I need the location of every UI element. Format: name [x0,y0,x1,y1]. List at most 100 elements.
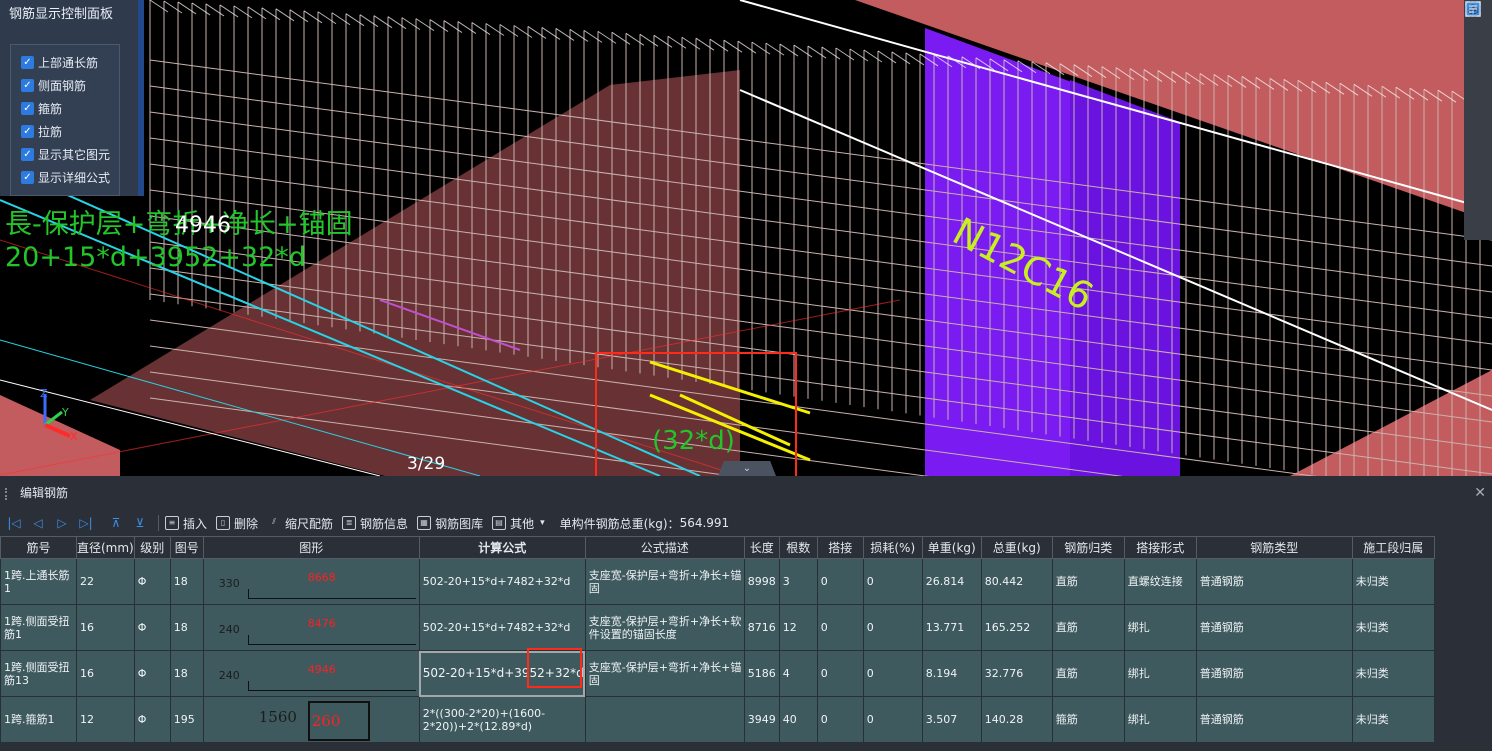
rebar-library-button[interactable]: ▦ 钢筋图库 [417,515,483,532]
cell-loss[interactable]: 0 [862,558,923,605]
option-stirrup[interactable]: ✓ 箍筋 [11,97,119,120]
cell-lap[interactable]: 0 [816,558,864,605]
drag-grip-icon[interactable] [5,488,9,500]
option-side-rebar[interactable]: ✓ 侧面钢筋 [11,74,119,97]
rebar-info-button[interactable]: ≣ 钢筋信息 [342,515,408,532]
checkbox-checked-icon[interactable]: ✓ [21,79,34,92]
3d-box-icon[interactable] [1466,2,1489,87]
checkbox-checked-icon[interactable]: ✓ [21,56,34,69]
other-dropdown[interactable]: ▤ 其他 ▾ [492,515,545,532]
last-record-icon[interactable]: ▷| [74,512,98,534]
option-top-long-rebar[interactable]: ✓ 上部通长筋 [11,51,119,74]
col-header[interactable]: 损耗(%) [862,536,923,559]
cell-loss[interactable]: 0 [862,650,923,697]
col-header[interactable]: 施工段归属 [1351,536,1435,559]
cell-length[interactable]: 8716 [743,604,780,651]
cell-diameter[interactable]: 16 [76,650,135,697]
cell-type[interactable]: 普通钢筋 [1195,604,1353,651]
col-header[interactable]: 长度 [743,536,780,559]
cell-name[interactable]: 1跨.上通长筋1 [0,558,77,605]
col-header[interactable]: 根数 [778,536,818,559]
cell-grade[interactable]: Φ [133,604,171,651]
cell-name[interactable]: 1跨.箍筋1 [0,696,77,743]
cell-unit-weight[interactable]: 13.771 [921,604,982,651]
cell-segment[interactable]: 未归类 [1351,558,1435,605]
2d-view-icon[interactable]: 2D [1465,2,1489,59]
cell-name[interactable]: 1跨.侧面受扭筋1 [0,604,77,651]
cell-segment[interactable]: 未归类 [1351,650,1435,697]
cell-total-weight[interactable]: 140.28 [980,696,1053,743]
cell-total-weight[interactable]: 32.776 [980,650,1053,697]
cell-length[interactable]: 8998 [743,558,780,605]
table-row-selected[interactable]: 1跨.侧面受扭筋13 16 Φ 18 240 4946 502-20+15*d+… [0,650,1435,697]
first-record-icon[interactable]: |◁ [2,512,26,534]
col-header[interactable]: 图号 [169,536,204,559]
delete-button[interactable]: ▯ 删除 [216,515,258,532]
cell-shape[interactable]: 330 8668 [202,558,420,605]
collapse-panel-tab[interactable]: ⌄ [718,461,776,476]
cell-desc[interactable]: 支座宽-保护层+弯折+净长+锚固 [584,558,745,605]
component-icon[interactable] [1465,1,1489,171]
table-row[interactable]: 1跨.侧面受扭筋1 16 Φ 18 240 8476 502-20+15*d+7… [0,604,1435,651]
cell-count[interactable]: 40 [778,696,818,743]
cell-category[interactable]: 箍筋 [1051,696,1125,743]
cell-grade[interactable]: Φ [133,696,171,743]
cell-type[interactable]: 普通钢筋 [1195,650,1353,697]
close-icon[interactable]: ✕ [1474,476,1486,510]
col-header[interactable]: 搭接 [816,536,864,559]
cell-length[interactable]: 3949 [743,696,780,743]
table-row[interactable]: 1跨.上通长筋1 22 Φ 18 330 8668 502-20+15*d+74… [0,558,1435,605]
cell-desc[interactable]: 支座宽-保护层+弯折+净长+锚固 [584,650,745,697]
cell-lap-form[interactable]: 绑扎 [1123,696,1197,743]
col-header[interactable]: 计算公式 [418,536,586,559]
cell-unit-weight[interactable]: 8.194 [921,650,982,697]
cell-lap[interactable]: 0 [816,696,864,743]
cell-segment[interactable]: 未归类 [1351,604,1435,651]
cell-loss[interactable]: 0 [862,696,923,743]
fullscreen-icon[interactable] [1465,1,1489,143]
cell-lap[interactable]: 0 [816,604,864,651]
checkbox-checked-icon[interactable]: ✓ [21,125,34,138]
col-header[interactable]: 钢筋类型 [1195,536,1353,559]
option-tie-bar[interactable]: ✓ 拉筋 [11,120,119,143]
cell-category[interactable]: 直筋 [1051,604,1125,651]
option-show-detailed-formula[interactable]: ✓ 显示详细公式 [11,166,119,189]
move-up-icon[interactable]: ⊼ [104,512,128,534]
col-header[interactable]: 图形 [202,536,420,559]
cell-desc[interactable]: 支座宽-保护层+弯折+净长+软件设置的锚固长度 [584,604,745,651]
cell-unit-weight[interactable]: 3.507 [921,696,982,743]
col-header[interactable]: 直径(mm) [76,536,135,559]
col-header[interactable]: 级别 [133,536,171,559]
cell-diameter[interactable]: 16 [76,604,135,651]
col-header[interactable]: 总重(kg) [980,536,1053,559]
panel-resize-handle[interactable] [138,0,144,196]
prev-record-icon[interactable]: ◁ [26,512,50,534]
table-row[interactable]: 1跨.箍筋1 12 Φ 195 1560 260 2*((300-2*20)+(… [0,696,1435,743]
cell-length[interactable]: 5186 [743,650,780,697]
cell-unit-weight[interactable]: 26.814 [921,558,982,605]
cell-type[interactable]: 普通钢筋 [1195,558,1353,605]
cell-total-weight[interactable]: 165.252 [980,604,1053,651]
option-show-other-elements[interactable]: ✓ 显示其它图元 [11,143,119,166]
cell-category[interactable]: 直筋 [1051,558,1125,605]
cell-formula[interactable]: 502-20+15*d+7482+32*d [418,558,586,605]
cell-lap[interactable]: 0 [816,650,864,697]
next-record-icon[interactable]: ▷ [50,512,74,534]
checkbox-checked-icon[interactable]: ✓ [21,148,34,161]
checkbox-checked-icon[interactable]: ✓ [21,171,34,184]
cell-grade[interactable]: Φ [133,650,171,697]
col-header[interactable]: 搭接形式 [1123,536,1197,559]
cell-fig-no[interactable]: 18 [169,604,204,651]
cell-total-weight[interactable]: 80.442 [980,558,1053,605]
cell-lap-form[interactable]: 绑扎 [1123,650,1197,697]
cell-diameter[interactable]: 22 [76,558,135,605]
col-header[interactable]: 单重(kg) [921,536,982,559]
cell-fig-no[interactable]: 195 [169,696,204,743]
cell-fig-no[interactable]: 18 [169,558,204,605]
col-header[interactable]: 筋号 [0,536,77,559]
cell-shape[interactable]: 240 8476 [202,604,420,651]
cell-segment[interactable]: 未归类 [1351,696,1435,743]
cell-count[interactable]: 12 [778,604,818,651]
cell-type[interactable]: 普通钢筋 [1195,696,1353,743]
cell-count[interactable]: 3 [778,558,818,605]
